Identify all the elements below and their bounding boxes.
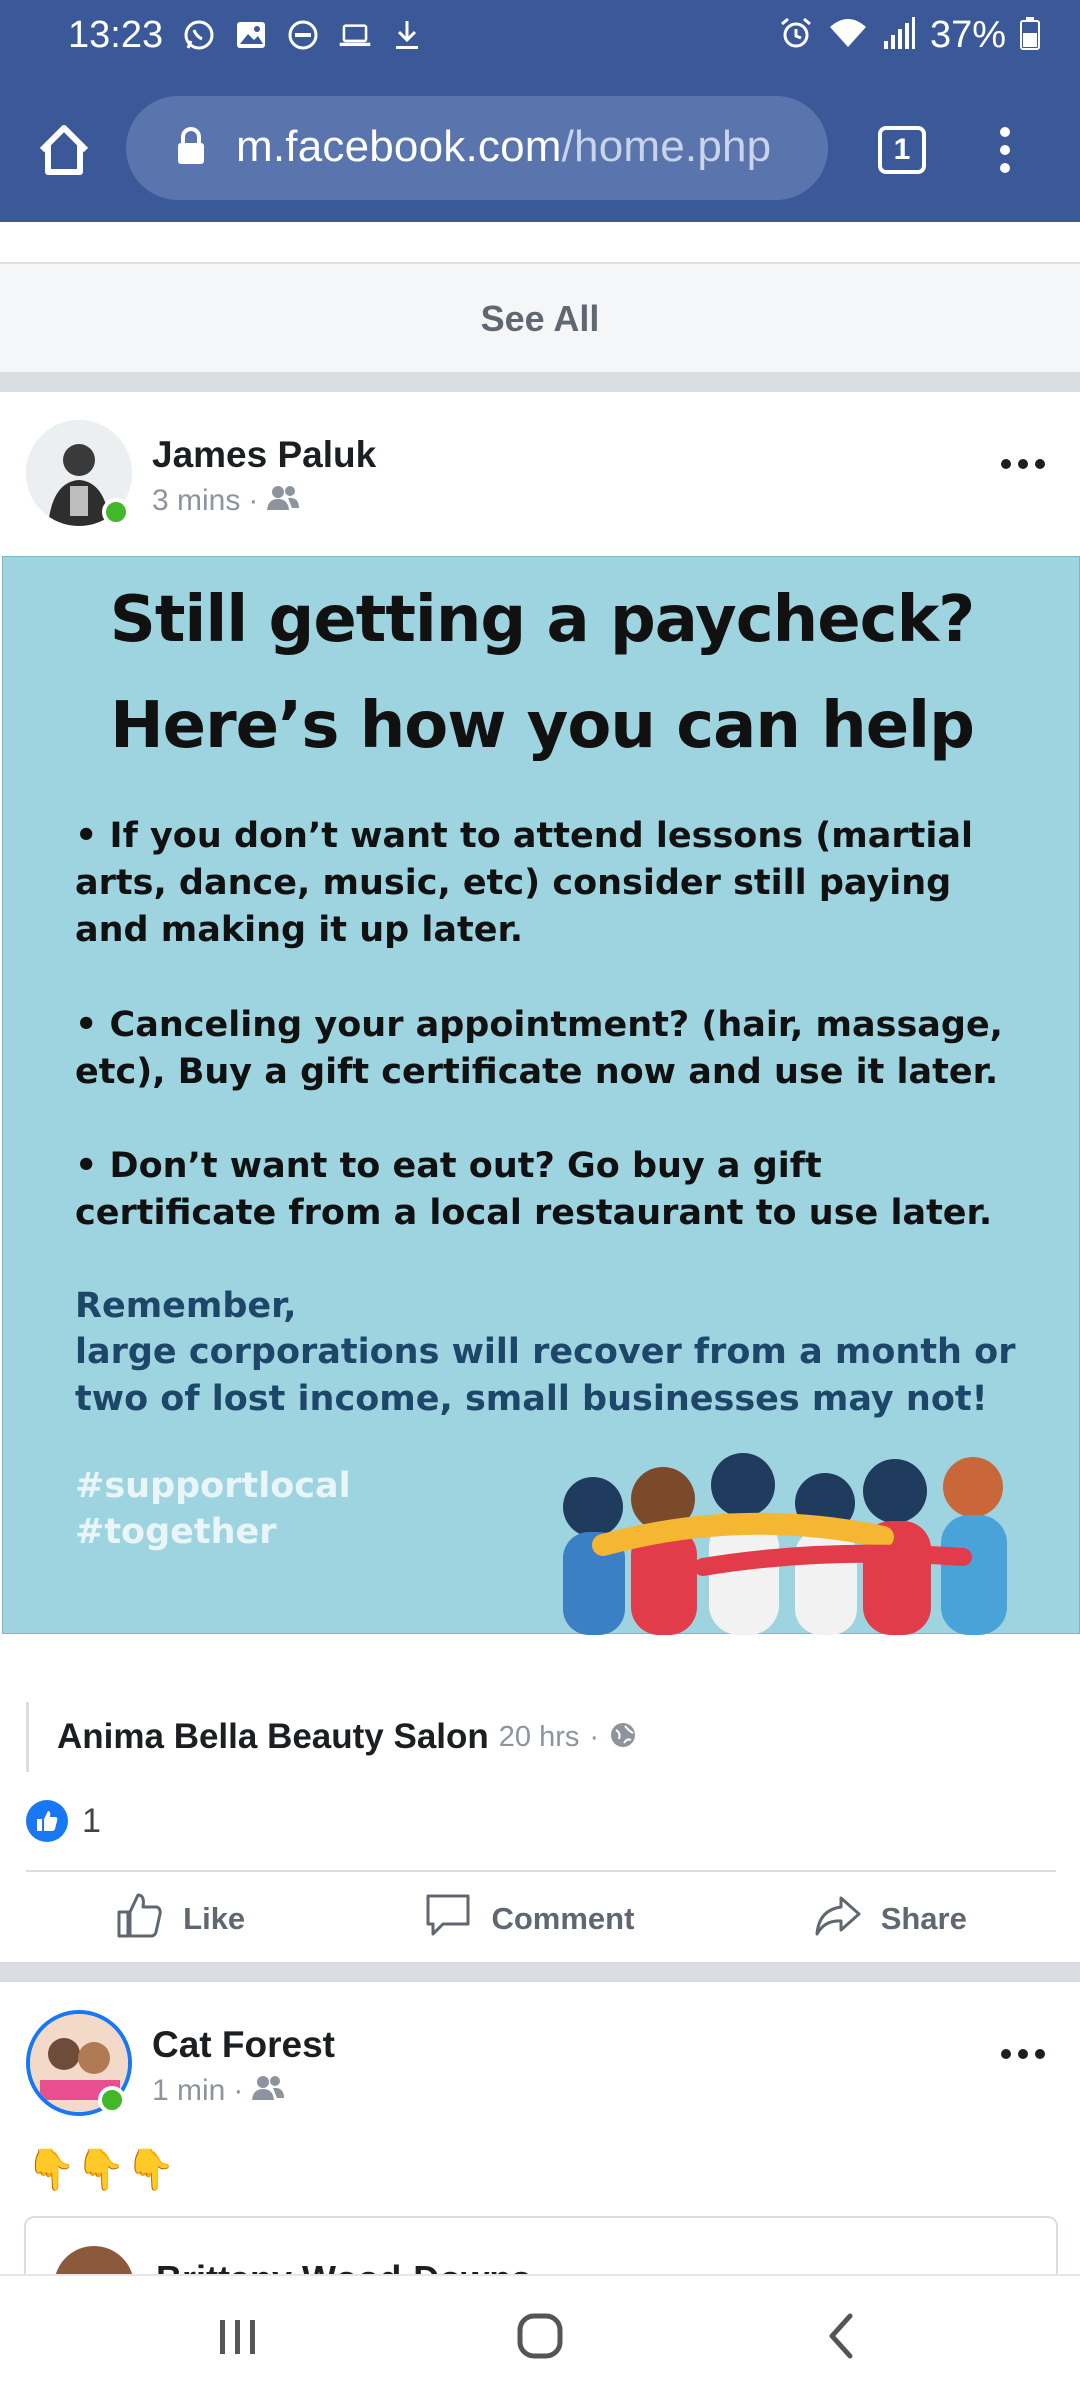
reaction-summary[interactable]: 1 <box>26 1800 101 1842</box>
promo-bullet: • Canceling your appointment? (hair, mas… <box>75 1005 1003 1092</box>
like-reaction-icon <box>26 1800 68 1842</box>
meta-separator: · <box>589 1720 600 1753</box>
whatsapp-icon <box>182 18 216 52</box>
share-button[interactable]: Share <box>813 1890 967 1948</box>
shared-from-attribution: Anima Bella Beauty Salon 20 hrs · <box>26 1702 637 1772</box>
battery-icon <box>1020 15 1040 56</box>
comment-button[interactable]: Comment <box>423 1890 634 1948</box>
post-options-icon[interactable] <box>998 454 1048 474</box>
battery-percent: 37% <box>929 14 1006 56</box>
tab-switcher-button[interactable]: 1 <box>878 126 926 174</box>
friends-audience-icon <box>266 484 300 518</box>
online-indicator <box>98 2086 126 2114</box>
post-time[interactable]: 3 mins <box>152 484 240 518</box>
url-path: /home.php <box>561 122 772 171</box>
section-divider <box>0 1962 1080 1982</box>
globe-icon <box>609 1721 637 1754</box>
url-text: m.facebook.com/home.php <box>236 122 771 172</box>
status-time: 13:23 <box>68 14 164 56</box>
post-author[interactable]: Cat Forest <box>152 2024 335 2066</box>
like-count: 1 <box>82 1801 101 1840</box>
gallery-icon <box>234 18 268 52</box>
friends-audience-icon <box>251 2074 285 2108</box>
post-time[interactable]: 1 min <box>152 2074 225 2108</box>
alarm-icon <box>778 15 814 56</box>
browser-chrome: 13:23 37% m.facebook.com/home.php 1 <box>0 0 1080 222</box>
promo-bullet: • Don’t want to eat out? Go buy a gift c… <box>75 1146 993 1233</box>
shared-page-name[interactable]: Anima Bella Beauty Salon <box>57 1717 489 1757</box>
share-arrow-icon <box>813 1890 863 1948</box>
address-bar[interactable]: m.facebook.com/home.php <box>126 96 828 200</box>
thumbs-up-icon <box>115 1890 165 1948</box>
meta-separator: · <box>233 2074 244 2107</box>
promo-bullet: • If you don’t want to attend lessons (m… <box>75 816 973 950</box>
overflow-menu-icon[interactable] <box>990 120 1020 180</box>
recent-apps-icon[interactable] <box>208 2306 268 2366</box>
like-button[interactable]: Like <box>115 1890 245 1948</box>
previous-carousel-edge <box>0 222 1080 452</box>
like-label: Like <box>183 1901 246 1936</box>
comment-label: Comment <box>491 1901 635 1936</box>
promo-hashtag: #supportlocal <box>75 1466 351 1506</box>
post-action-bar: Like Comment Share <box>26 1870 1056 1966</box>
post-image[interactable]: Still getting a paycheck? Here’s how you… <box>2 556 1080 1635</box>
promo-title-line1: Still getting a paycheck? <box>109 583 976 657</box>
post-author[interactable]: James Paluk <box>152 434 376 476</box>
promo-remember-text: large corporations will recover from a m… <box>75 1332 1016 1419</box>
online-indicator <box>102 498 130 526</box>
promo-title-line2: Here’s how you can help <box>110 689 975 763</box>
people-hugging-illustration <box>563 1453 1007 1635</box>
wifi-icon <box>828 15 868 56</box>
url-domain: m.facebook.com <box>236 122 562 171</box>
laptop-icon <box>338 18 372 52</box>
post-meta: 1 min · <box>152 2074 285 2108</box>
home-icon[interactable] <box>34 120 94 180</box>
post-meta: 3 mins · <box>152 484 300 518</box>
shared-time[interactable]: 20 hrs <box>499 1721 580 1754</box>
notification-icons <box>182 18 424 52</box>
signal-icon <box>882 15 916 56</box>
lock-icon <box>176 126 206 166</box>
do-not-disturb-icon <box>286 18 320 52</box>
post-text: 👇👇👇 <box>26 2148 176 2192</box>
see-all-button[interactable]: See All <box>0 262 1080 372</box>
system-navigation-bar <box>0 2274 1080 2400</box>
promo-hashtag: #together <box>75 1512 277 1552</box>
download-icon <box>390 18 424 52</box>
system-status: 37% <box>778 14 1040 57</box>
share-label: Share <box>880 1901 967 1936</box>
status-bar: 13:23 37% <box>0 0 1080 74</box>
section-divider <box>0 372 1080 392</box>
meta-separator: · <box>248 484 259 517</box>
promo-remember-heading: Remember, <box>75 1286 297 1326</box>
post-options-icon[interactable] <box>998 2044 1048 2064</box>
back-icon[interactable] <box>812 2306 872 2366</box>
home-nav-icon[interactable] <box>510 2306 570 2366</box>
url-bar-row: m.facebook.com/home.php 1 <box>0 96 1080 204</box>
comment-bubble-icon <box>423 1890 473 1948</box>
